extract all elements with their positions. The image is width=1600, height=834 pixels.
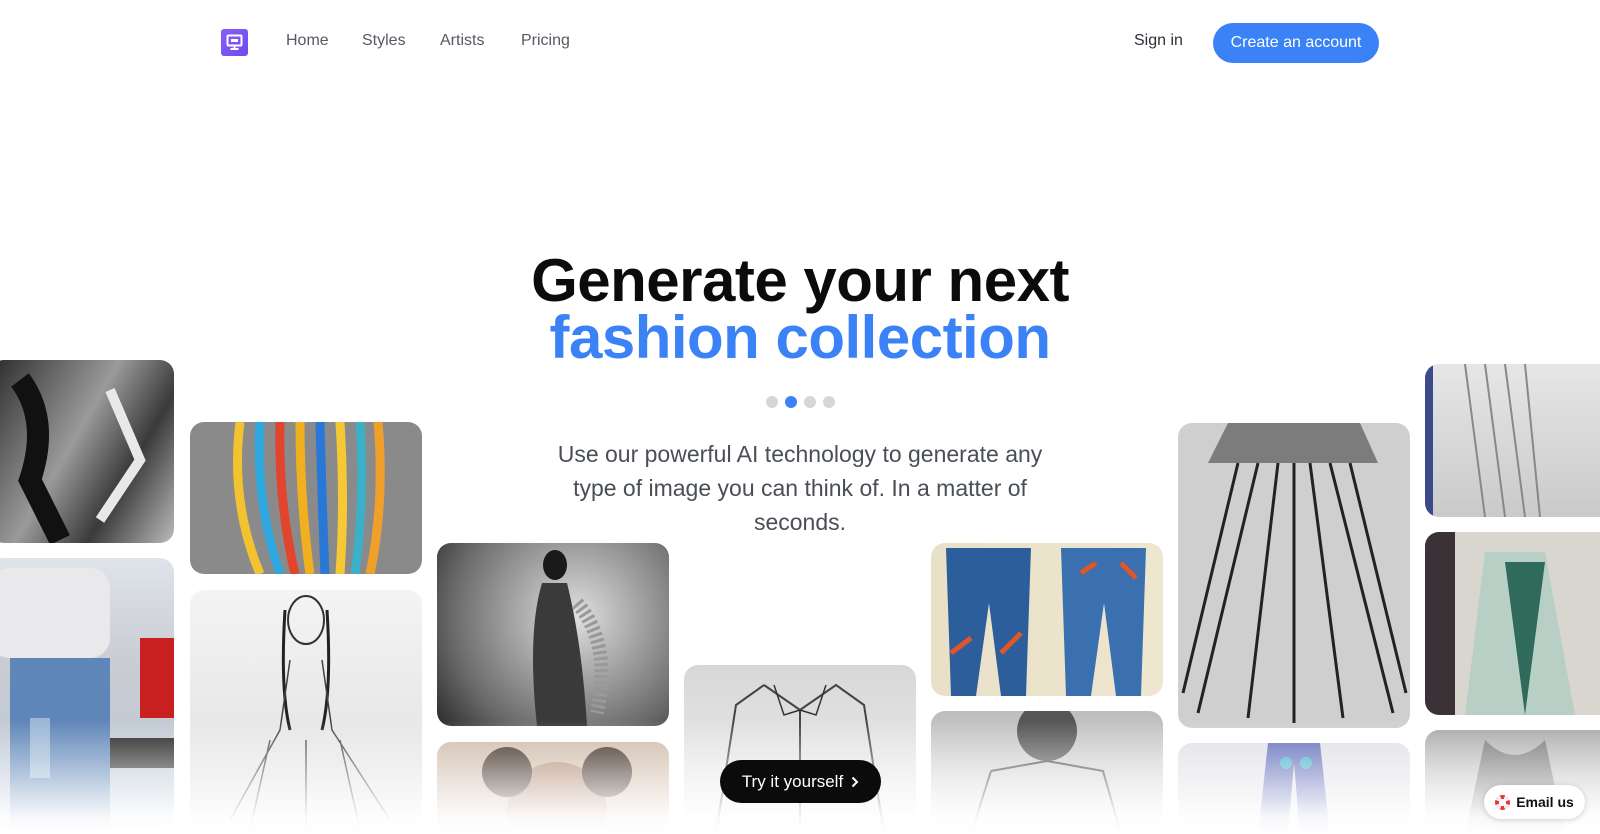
- gallery-image[interactable]: [684, 665, 916, 834]
- sign-in-link[interactable]: Sign in: [1134, 32, 1183, 50]
- carousel-dot-active[interactable]: [785, 396, 797, 408]
- carousel-dot[interactable]: [804, 396, 816, 408]
- top-nav: Home Styles Artists Pricing Sign in Crea…: [0, 0, 1600, 86]
- hero-subtitle: Use our powerful AI technology to genera…: [557, 441, 1043, 535]
- carousel-indicators: [766, 396, 835, 408]
- gallery-image[interactable]: [0, 360, 174, 543]
- chevron-right-icon: [851, 776, 859, 787]
- try-it-yourself-button[interactable]: Try it yourself: [720, 760, 881, 803]
- gallery-image[interactable]: [931, 543, 1163, 696]
- create-account-button[interactable]: Create an account: [1213, 23, 1379, 63]
- email-us-button[interactable]: Email us: [1484, 785, 1585, 819]
- gallery-image[interactable]: [1425, 364, 1600, 517]
- hero-title-line2: fashion collection: [549, 304, 1051, 371]
- gallery-image[interactable]: [190, 590, 422, 830]
- gallery-image[interactable]: [1425, 532, 1600, 715]
- gallery-image[interactable]: [0, 558, 174, 828]
- nav-link-styles[interactable]: Styles: [362, 32, 406, 50]
- email-us-label: Email us: [1516, 794, 1574, 810]
- try-button-label: Try it yourself: [741, 771, 844, 791]
- gallery-image[interactable]: [437, 742, 669, 834]
- gallery-image[interactable]: [437, 543, 669, 726]
- gallery-image[interactable]: [1178, 423, 1410, 728]
- nav-link-home[interactable]: Home: [286, 32, 329, 50]
- gallery-image[interactable]: [931, 711, 1163, 834]
- gallery-image[interactable]: [190, 422, 422, 574]
- nav-link-pricing[interactable]: Pricing: [521, 32, 570, 50]
- carousel-dot[interactable]: [766, 396, 778, 408]
- lifebuoy-icon: [1495, 794, 1511, 810]
- nav-link-artists[interactable]: Artists: [440, 32, 484, 50]
- carousel-dot[interactable]: [823, 396, 835, 408]
- gallery-image[interactable]: [1178, 743, 1410, 834]
- logo-icon[interactable]: [221, 29, 248, 56]
